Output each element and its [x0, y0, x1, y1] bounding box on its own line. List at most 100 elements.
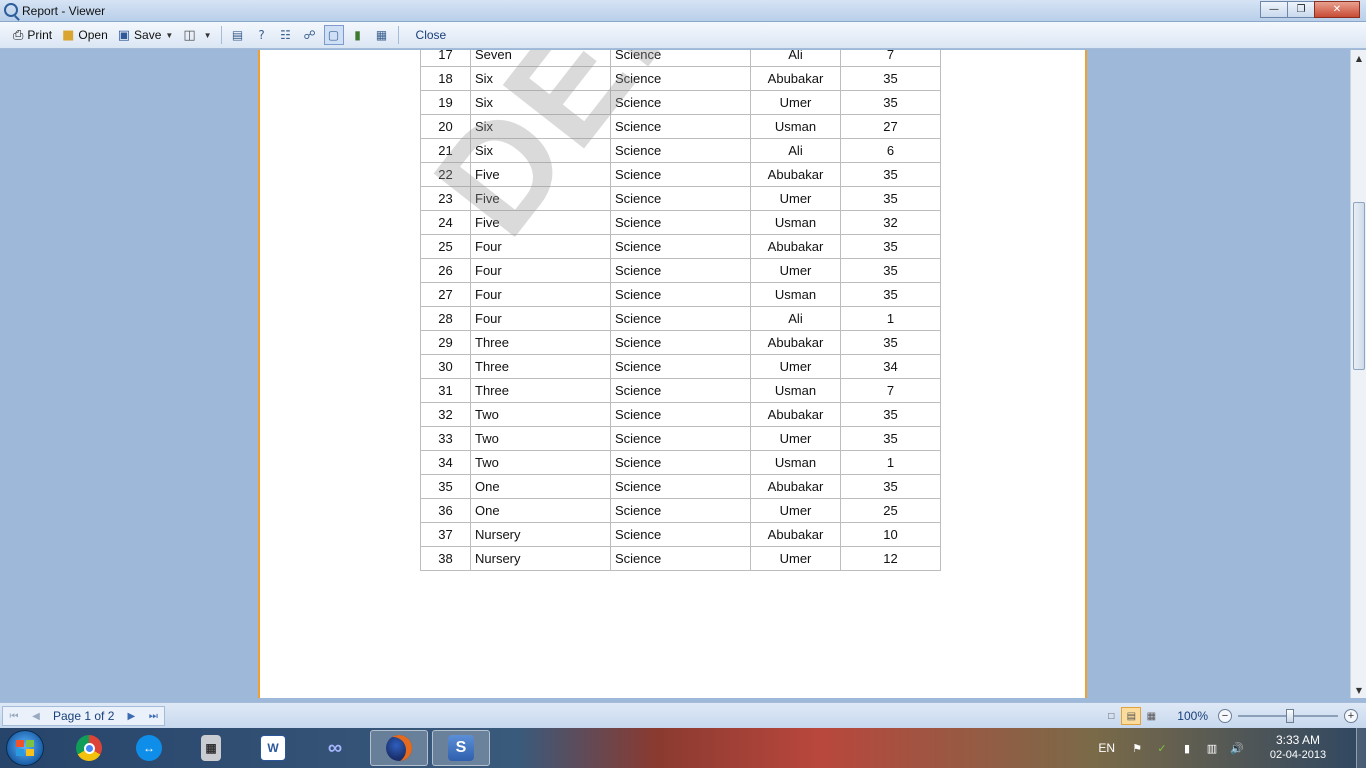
row-name-cell: Abubakar	[750, 402, 841, 427]
security-check-icon[interactable]: ✓	[1154, 741, 1170, 755]
table-row: 19 Six Science Umer 35	[420, 90, 941, 115]
report-designer-taskbar-button[interactable]: S	[432, 730, 490, 766]
help-icon[interactable]: ?	[252, 25, 272, 45]
row-class-cell: Three	[470, 378, 611, 403]
vertical-scrollbar[interactable]: ▲ ▼	[1350, 50, 1366, 698]
row-class-cell: Six	[470, 66, 611, 91]
row-subject-cell: Science	[610, 90, 751, 115]
action-center-flag-icon[interactable]: ⚑	[1129, 741, 1145, 755]
toolbar-divider	[220, 26, 222, 44]
windows-logo-icon	[16, 740, 34, 756]
export-button[interactable]: ◫ ▼	[178, 24, 216, 46]
row-subject-cell: Science	[610, 138, 751, 163]
previous-page-icon[interactable]: ◀	[25, 707, 47, 725]
save-dropdown-icon[interactable]: ▼	[165, 31, 173, 40]
show-desktop-button[interactable]	[1356, 728, 1366, 768]
row-value-cell: 35	[840, 258, 941, 283]
chrome-taskbar-button[interactable]	[60, 730, 118, 766]
row-name-cell: Ali	[750, 138, 841, 163]
last-page-icon[interactable]: ⏭	[142, 707, 164, 725]
scroll-up-icon[interactable]: ▲	[1351, 50, 1366, 66]
system-tray: EN ⚑ ✓ ▮ ▥ 🔊 3:33 AM 02-04-2013	[1098, 728, 1366, 768]
continuous-view-icon[interactable]: ▦	[372, 25, 392, 45]
clock[interactable]: 3:33 AM 02-04-2013	[1254, 733, 1342, 763]
row-subject-cell: Science	[610, 234, 751, 259]
report-viewport[interactable]: 17 Seven Science Ali 7 18 Six Science Abubakar 35…	[0, 50, 1350, 698]
minimize-button[interactable]: —	[1260, 1, 1288, 18]
volume-icon[interactable]: 🔊	[1229, 741, 1245, 755]
row-class-cell: Five	[470, 210, 611, 235]
row-name-cell: Umer	[750, 426, 841, 451]
zoom-slider[interactable]	[1238, 709, 1338, 723]
maximize-button[interactable]: ❐	[1287, 1, 1315, 18]
zoom-in-icon[interactable]: +	[1344, 709, 1358, 723]
row-value-cell: 7	[840, 50, 941, 67]
table-row: 36 One Science Umer 25	[420, 498, 941, 523]
table-row: 34 Two Science Usman 1	[420, 450, 941, 475]
row-id-cell: 24	[420, 210, 471, 235]
printer-icon: ⎙	[13, 27, 24, 43]
row-name-cell: Ali	[750, 306, 841, 331]
export-dropdown-icon[interactable]: ▼	[204, 31, 212, 40]
row-subject-cell: Science	[610, 426, 751, 451]
table-row: 29 Three Science Abubakar 35	[420, 330, 941, 355]
save-button[interactable]: ▣ Save ▼	[113, 24, 179, 46]
row-id-cell: 37	[420, 522, 471, 547]
find-icon[interactable]: ☍	[300, 25, 320, 45]
chrome-icon	[76, 735, 102, 761]
row-value-cell: 25	[840, 498, 941, 523]
row-subject-cell: Science	[610, 378, 751, 403]
row-id-cell: 32	[420, 402, 471, 427]
book-view-icon[interactable]: ▮	[348, 25, 368, 45]
zoom-level[interactable]: 100%	[1177, 709, 1208, 723]
teamviewer-taskbar-button[interactable]: ↔	[120, 730, 178, 766]
table-row: 38 Nursery Science Umer 12	[420, 546, 941, 571]
first-page-icon[interactable]: ⏮	[3, 707, 25, 725]
word-taskbar-button[interactable]: W	[244, 730, 302, 766]
page-setup-icon[interactable]: ▤	[228, 25, 248, 45]
row-id-cell: 27	[420, 282, 471, 307]
zoom-slider-knob[interactable]	[1286, 709, 1294, 723]
next-page-icon[interactable]: ▶	[120, 707, 142, 725]
calculator-taskbar-button[interactable]: ▦	[182, 730, 240, 766]
row-id-cell: 22	[420, 162, 471, 187]
start-button[interactable]	[6, 730, 44, 766]
row-subject-cell: Science	[610, 162, 751, 187]
magnifier-icon	[4, 3, 18, 17]
row-class-cell: Two	[470, 402, 611, 427]
print-button[interactable]: ⎙ Print	[8, 24, 57, 46]
close-report-button[interactable]: Close	[411, 24, 452, 46]
table-row: 18 Six Science Abubakar 35	[420, 66, 941, 91]
close-window-button[interactable]: ✕	[1314, 1, 1360, 18]
row-class-cell: Six	[470, 138, 611, 163]
language-indicator[interactable]: EN	[1098, 741, 1115, 755]
open-button[interactable]: ■ Open	[57, 24, 113, 46]
power-icon[interactable]: ▮	[1179, 741, 1195, 755]
table-row: 35 One Science Abubakar 35	[420, 474, 941, 499]
multi-page-view-icon[interactable]: ▦	[1141, 707, 1161, 725]
folder-icon: ■	[62, 27, 75, 43]
row-class-cell: Three	[470, 330, 611, 355]
row-subject-cell: Science	[610, 114, 751, 139]
one-page-view-icon[interactable]: □	[1101, 707, 1121, 725]
scroll-down-icon[interactable]: ▼	[1351, 682, 1366, 698]
scroll-thumb[interactable]	[1353, 202, 1365, 370]
zoom-out-icon[interactable]: −	[1218, 709, 1232, 723]
row-value-cell: 27	[840, 114, 941, 139]
page-width-view-icon[interactable]: ▤	[1121, 707, 1142, 725]
firefox-taskbar-button[interactable]	[370, 730, 428, 766]
row-class-cell: Five	[470, 162, 611, 187]
network-icon[interactable]: ▥	[1204, 741, 1220, 755]
row-class-cell: Two	[470, 426, 611, 451]
page-indicator[interactable]: Page 1 of 2	[47, 709, 120, 723]
row-id-cell: 19	[420, 90, 471, 115]
row-name-cell: Usman	[750, 114, 841, 139]
title-bar[interactable]: Report - Viewer — ❐ ✕	[0, 0, 1366, 22]
row-subject-cell: Science	[610, 450, 751, 475]
firefox-icon	[386, 735, 412, 761]
infinity-app-taskbar-button[interactable]: ∞	[306, 730, 364, 766]
single-page-view-icon[interactable]: ▢	[323, 25, 344, 45]
columns-icon[interactable]: ☷	[276, 25, 296, 45]
row-value-cell: 1	[840, 450, 941, 475]
table-row: 22 Five Science Abubakar 35	[420, 162, 941, 187]
